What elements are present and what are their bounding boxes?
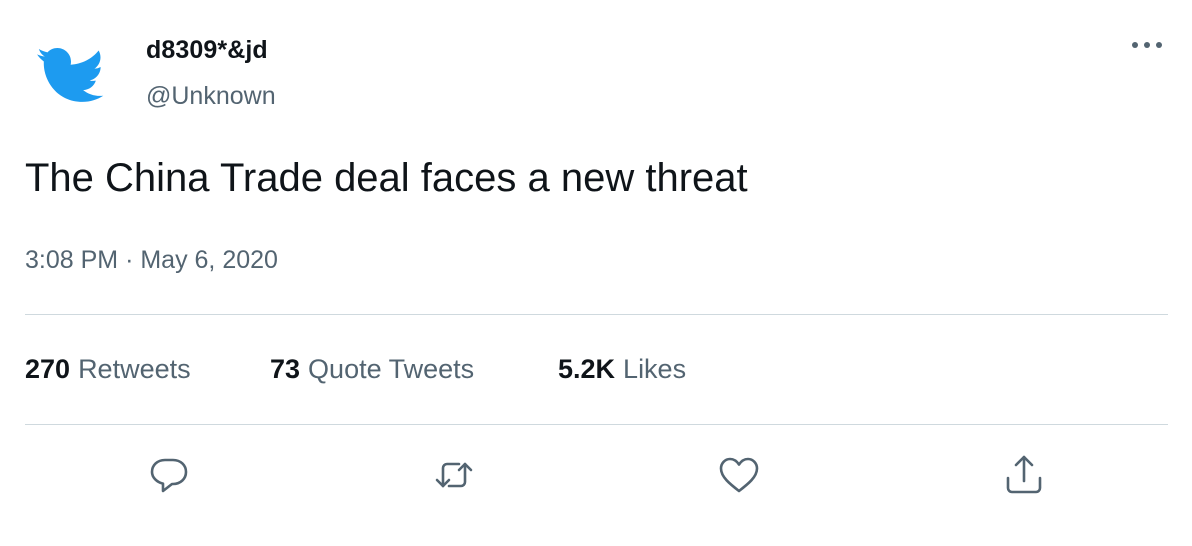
- likes-label: Likes: [623, 354, 687, 384]
- likes-stat[interactable]: 5.2K Likes: [558, 354, 686, 385]
- tweet-stats: 270 Retweets 73 Quote Tweets 5.2K Likes: [25, 354, 686, 385]
- divider: [25, 314, 1168, 315]
- retweets-label: Retweets: [78, 354, 191, 384]
- quote-tweets-count: 73: [270, 354, 301, 384]
- display-name[interactable]: d8309*&jd: [146, 36, 268, 65]
- retweet-icon[interactable]: [431, 452, 477, 498]
- divider: [25, 424, 1168, 425]
- likes-count: 5.2K: [558, 354, 616, 384]
- tweet-time[interactable]: 3:08 PM: [25, 246, 118, 274]
- more-dots-icon[interactable]: [1127, 30, 1167, 60]
- heart-icon[interactable]: [716, 452, 762, 498]
- retweets-stat[interactable]: 270 Retweets: [25, 354, 270, 385]
- quote-tweets-stat[interactable]: 73 Quote Tweets: [270, 354, 558, 385]
- user-handle[interactable]: @Unknown: [146, 82, 276, 111]
- tweet-text: The China Trade deal faces a new threat: [25, 156, 748, 200]
- tweet-card: d8309*&jd @Unknown The China Trade deal …: [0, 0, 1192, 546]
- retweets-count: 270: [25, 354, 71, 384]
- quote-tweets-label: Quote Tweets: [308, 354, 475, 384]
- tweet-date[interactable]: May 6, 2020: [140, 246, 278, 274]
- twitter-bird-icon[interactable]: [36, 30, 106, 120]
- timestamp-separator: ·: [125, 246, 134, 274]
- tweet-timestamp[interactable]: 3:08 PM · May 6, 2020: [25, 246, 278, 275]
- share-icon[interactable]: [1001, 452, 1047, 498]
- reply-icon[interactable]: [146, 452, 192, 498]
- action-bar: [0, 452, 1192, 502]
